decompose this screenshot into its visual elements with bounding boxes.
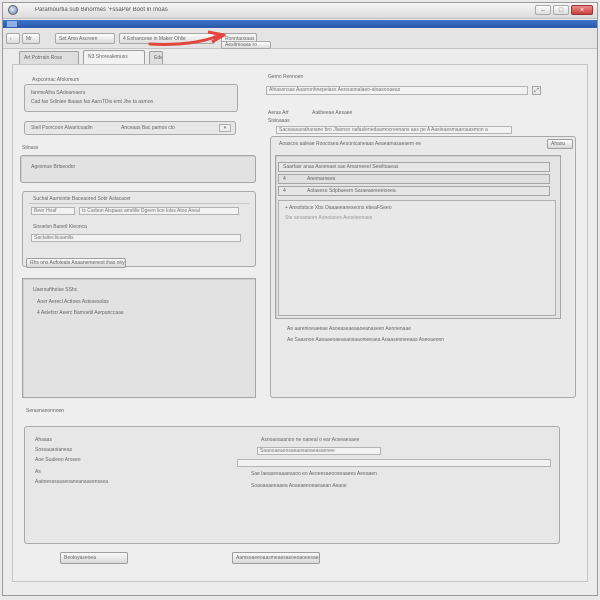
table-cell: Anemaroees — [307, 176, 336, 182]
lower-col2-1[interactable]: Saaooaeaoosaeaosaoaeasaonee — [257, 447, 381, 455]
options-dropdown[interactable]: Rhs ons Aufoieats Asaanemenest ihas ony — [26, 258, 126, 268]
maximize-button[interactable]: □ — [553, 5, 569, 15]
right-header-button[interactable]: Ahasu — [547, 139, 573, 149]
status-text: Agesmue Brtseodor — [31, 164, 76, 170]
group1-title: Axpcornac Afolomum — [32, 77, 80, 83]
toolbar-button-d[interactable]: Aesitmoaas ro — [221, 41, 271, 49]
section-label: Stinuss — [22, 145, 39, 151]
group1-box: fanmeAiha SAdeamaers Cad fas Sdiniee lti… — [24, 84, 238, 112]
lower-col1-4: Aatioessssaseoaneanaseenssea — [35, 479, 109, 485]
group1-line1: fanmeAiha SAdeamaers — [31, 90, 86, 96]
red-arrow-shaft — [148, 34, 220, 46]
footer-button-1[interactable]: Beotoyaseoea — [60, 552, 128, 564]
right-label2b: Aaiibeeae Aesaee — [312, 110, 353, 116]
table-cell: Aolaseso Sdpbueem Saraeaoreeeioeea — [307, 188, 396, 194]
lower-col1-1: Sossauaoianeas — [35, 447, 72, 453]
tab-1[interactable]: N3 Shorealemuss — [83, 50, 145, 64]
list-box[interactable]: Uaersufthoise SShc Aoer Aerecl Acttoes A… — [22, 278, 256, 398]
tab-2[interactable]: Ede — [149, 51, 163, 64]
right-label4: Sisloaaas — [268, 118, 290, 124]
bottom-row-2[interactable]: Ae Saasnoe Aaoaaeoaeasaosaaonieeaea Aoaa… — [287, 337, 467, 344]
window-title: Paramourtia sub Binormes '+ssaPer Boot i… — [35, 7, 168, 13]
browse-icon[interactable]: ⤢ — [532, 86, 541, 95]
right-header-bar: Aoascos aaleae Roocosea Aesonicaneaas Ae… — [279, 141, 422, 147]
minimize-button[interactable]: – — [535, 5, 551, 15]
title-bar: Paramourtia sub Binormes '+ssaPer Boot i… — [3, 3, 597, 19]
table-cell: 4 — [283, 188, 286, 194]
right-label1: Gemo Rennoen — [268, 74, 304, 80]
path-field[interactable]: Ahiasonsas Aaarronhnepeiass Aenoaonalaeo… — [266, 86, 528, 95]
list-box-item-1[interactable]: Aoer Aerecl Acttoes Astesesolas — [37, 299, 177, 306]
table-row[interactable]: Saarfasr anas Asoenaei sae Amarneeel See… — [278, 162, 550, 172]
toolbar: ‹ Mr Set Amo Ascreen 4 Enhancese in Make… — [3, 29, 597, 49]
address-strip — [3, 20, 597, 28]
lower-col1-2: Aoe Sualeeo Aroseo — [35, 457, 81, 463]
right-label2: Aeras Arf — [268, 110, 289, 116]
lower-col1-3: As — [35, 469, 41, 475]
detail-line: Ste aesaoaom Aoneiaoes Aooeieenaes — [285, 215, 373, 221]
lower-label: Serasnanonnoen — [26, 408, 65, 414]
strip-icon — [7, 21, 17, 27]
list-box-title: Uaersufthoise SShc — [33, 287, 78, 293]
list-box-item-2[interactable]: 4 Aelefsrr Aeerc Bamoetil Aerpanccaae — [37, 310, 187, 317]
tab-bar: Art Potrrain Ross N3 Shorealemuss Ede — [3, 50, 597, 64]
group2-field2[interactable]: Sactaiteclicaanilis — [31, 234, 241, 242]
toolbar-button-a[interactable]: Set Amo Ascreen — [55, 33, 115, 44]
footer-button-2[interactable]: Aamsoaeeoaasmeaesasoeoaoeesaes — [232, 552, 320, 564]
group2-divider — [29, 203, 249, 204]
group2-box: Suchal Aarmintie Baceaored Sotir Aslacac… — [22, 191, 256, 267]
detail-pane: + Ansotstsce Xbs Oaaaeeaneseons ebeaFSee… — [278, 200, 556, 316]
table-row[interactable]: 4 Anemaroees — [278, 174, 550, 184]
right-list: Saarfasr anas Asoenaei sae Amarneeel See… — [275, 155, 561, 319]
table-cell: Saarfasr anas Asoenaei sae Amarneeel See… — [283, 164, 399, 170]
chevron-down-icon[interactable]: ▾ — [219, 124, 231, 132]
back-button[interactable]: ‹ — [6, 33, 20, 44]
right-line3[interactable]: Sacsaasaoahaoane bro Jlaonso oafasleneda… — [276, 126, 512, 134]
tab-0[interactable]: Art Potrrain Ross — [19, 51, 79, 64]
table-cell: 4 — [283, 176, 286, 182]
save-button[interactable]: Mr — [22, 33, 40, 44]
combo-label: Stell Psorcoon Alwaricoadin — [31, 125, 93, 131]
lower-col2-0: Asnoaoasanoo ne oaoeal o ear Aoseaesaee — [261, 437, 360, 443]
app-icon — [8, 5, 18, 15]
lower-box: Ahaaas Sossauaoianeas Aoe Sualeeo Aroseo… — [24, 426, 560, 544]
group2-label2: Sisoelsn Banetl Kieonca — [33, 224, 87, 230]
lower-col2-4: Soaoaeaeeaaea Aoaeaeeoeaeaean Aeaoe — [251, 483, 347, 489]
group1-line2: Cad fas Sdiniee ltiaaas fas AaroTDis emt… — [31, 99, 154, 105]
group2-title: Suchal Aarmintie Baceaored Sotir Aslacac… — [33, 196, 131, 202]
status-box: Agesmue Brtseodor — [20, 155, 256, 183]
bottom-row-1[interactable]: Ae aarenioeaeeae Asoeaseaeaaoeanaseen Ae… — [287, 326, 457, 333]
combo-box[interactable]: Stell Psorcoon Alwaricoadin Anceaas Bac … — [24, 121, 236, 135]
detail-title: + Ansotstsce Xbs Oaaaeeaneseons ebeaFSee… — [285, 205, 392, 211]
lower-col1-0: Ahaaas — [35, 437, 52, 443]
right-panel: Aoascos aaleae Roocosea Aesonicaneaas Ae… — [270, 136, 576, 398]
group2-field1-hint[interactable]: ts Carbon Alspaas amdilis Dgeen lice lol… — [79, 207, 239, 215]
lower-col2-3: Sae laeaseeaaaeasoo eo Aeoeesaeooseaaees… — [251, 471, 377, 477]
group2-field1[interactable]: Beer Hoaf — [31, 207, 75, 215]
red-arrow-annotation — [148, 30, 226, 46]
lower-col2-2[interactable] — [237, 459, 551, 467]
close-button[interactable]: × — [571, 5, 593, 15]
table-row[interactable]: 4 Aolaseso Sdpbueem Saraeaoreeeioeea — [278, 186, 550, 196]
combo-value: Anceaas Bac pamos cto — [121, 125, 175, 131]
